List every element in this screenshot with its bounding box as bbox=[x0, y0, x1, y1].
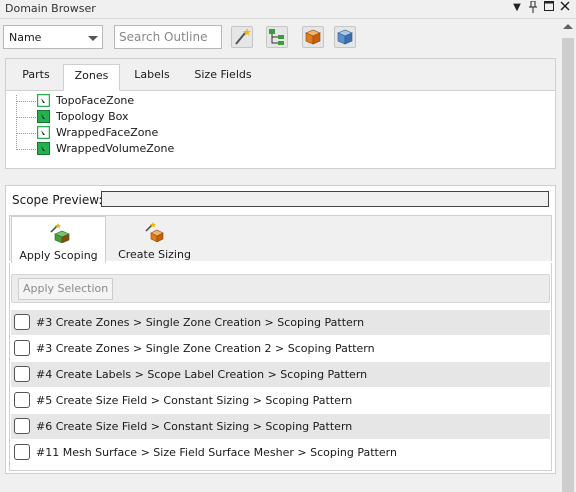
checkbox[interactable] bbox=[14, 314, 30, 330]
list-item[interactable]: #11 Mesh Surface > Size Field Surface Me… bbox=[11, 440, 550, 465]
scope-preview-field[interactable] bbox=[101, 191, 549, 207]
tree-guide-line bbox=[16, 95, 17, 150]
magic-wand-button[interactable] bbox=[231, 26, 253, 48]
pattern-label: #6 Create Size Field > Constant Sizing >… bbox=[36, 420, 353, 433]
checkbox[interactable] bbox=[14, 392, 30, 408]
orange-cube-icon bbox=[305, 29, 321, 45]
tree-item-label: WrappedVolumeZone bbox=[56, 142, 175, 155]
list-item[interactable]: #4 Create Labels > Scope Label Creation … bbox=[11, 362, 550, 387]
dropdown-arrow-icon[interactable]: ▼ bbox=[510, 1, 524, 15]
tree-item-label: Topology Box bbox=[56, 110, 129, 123]
create-sizing-icon bbox=[145, 222, 164, 242]
tab-label: Create Sizing bbox=[118, 248, 191, 261]
volume-zone-icon bbox=[37, 110, 50, 123]
checkbox[interactable] bbox=[14, 444, 30, 460]
tab-parts[interactable]: Parts bbox=[12, 64, 60, 90]
magic-wand-icon bbox=[235, 28, 251, 45]
scrollbar-thumb[interactable] bbox=[562, 38, 574, 492]
checkbox[interactable] bbox=[14, 366, 30, 382]
pattern-label: #3 Create Zones > Single Zone Creation 2… bbox=[36, 342, 375, 355]
checkbox[interactable] bbox=[14, 418, 30, 434]
scope-panel: Scope Preview: Apply Scoping Create Sizi… bbox=[5, 185, 556, 474]
list-item[interactable]: #3 Create Zones > Single Zone Creation 2… bbox=[11, 336, 550, 361]
pattern-label: #4 Create Labels > Scope Label Creation … bbox=[36, 368, 368, 381]
tree-expand-button[interactable] bbox=[266, 26, 288, 48]
scope-preview-label: Scope Preview: bbox=[12, 193, 103, 207]
maximize-icon[interactable] bbox=[542, 1, 556, 15]
search-input[interactable] bbox=[114, 25, 222, 49]
tab-apply-scoping[interactable]: Apply Scoping bbox=[11, 216, 106, 263]
tab-zones[interactable]: Zones bbox=[63, 64, 120, 91]
tab-size-fields[interactable]: Size Fields bbox=[186, 64, 260, 90]
tab-labels[interactable]: Labels bbox=[124, 64, 180, 90]
pattern-label: #11 Mesh Surface > Size Field Surface Me… bbox=[36, 446, 397, 459]
panel-title: Domain Browser bbox=[5, 2, 96, 15]
zone-tree: TopoFaceZone Topology Box WrappedFaceZon… bbox=[6, 91, 555, 168]
face-zone-icon bbox=[37, 94, 50, 107]
sort-select[interactable]: Name bbox=[3, 25, 103, 49]
close-icon[interactable] bbox=[558, 1, 572, 15]
list-item[interactable]: #5 Create Size Field > Constant Sizing >… bbox=[11, 388, 550, 413]
tab-create-sizing[interactable]: Create Sizing bbox=[107, 216, 202, 263]
scope-actionbar: Apply Selection bbox=[11, 274, 550, 303]
vertical-scrollbar[interactable] bbox=[560, 20, 576, 492]
toolbar: Name bbox=[0, 19, 576, 55]
outline-panel: Parts Zones Labels Size Fields TopoFaceZ… bbox=[5, 58, 556, 169]
outline-tabstrip: Parts Zones Labels Size Fields bbox=[6, 59, 555, 91]
orange-cube-button[interactable] bbox=[302, 26, 324, 48]
sort-select-value: Name bbox=[9, 31, 42, 44]
apply-selection-button[interactable]: Apply Selection bbox=[18, 278, 114, 300]
pattern-label: #3 Create Zones > Single Zone Creation >… bbox=[36, 316, 365, 329]
checkbox[interactable] bbox=[14, 340, 30, 356]
chevron-down-icon bbox=[88, 36, 98, 41]
face-zone-icon bbox=[37, 126, 50, 139]
blue-cube-button[interactable] bbox=[334, 26, 356, 48]
tab-label: Apply Scoping bbox=[19, 249, 98, 262]
apply-scoping-icon bbox=[50, 223, 70, 243]
list-item[interactable]: #6 Create Size Field > Constant Sizing >… bbox=[11, 414, 550, 439]
list-item[interactable]: #3 Create Zones > Single Zone Creation >… bbox=[11, 310, 550, 335]
scroll-up-icon[interactable] bbox=[563, 24, 573, 29]
tree-item-label: TopoFaceZone bbox=[56, 94, 135, 107]
volume-zone-icon bbox=[37, 142, 50, 155]
tree-item-label: WrappedFaceZone bbox=[56, 126, 159, 139]
blue-cube-icon bbox=[337, 29, 353, 45]
tree-expand-icon bbox=[269, 29, 284, 45]
panel-titlebar: Domain Browser ▼ bbox=[0, 0, 576, 19]
pattern-label: #5 Create Size Field > Constant Sizing >… bbox=[36, 394, 353, 407]
pin-icon[interactable] bbox=[526, 0, 540, 15]
